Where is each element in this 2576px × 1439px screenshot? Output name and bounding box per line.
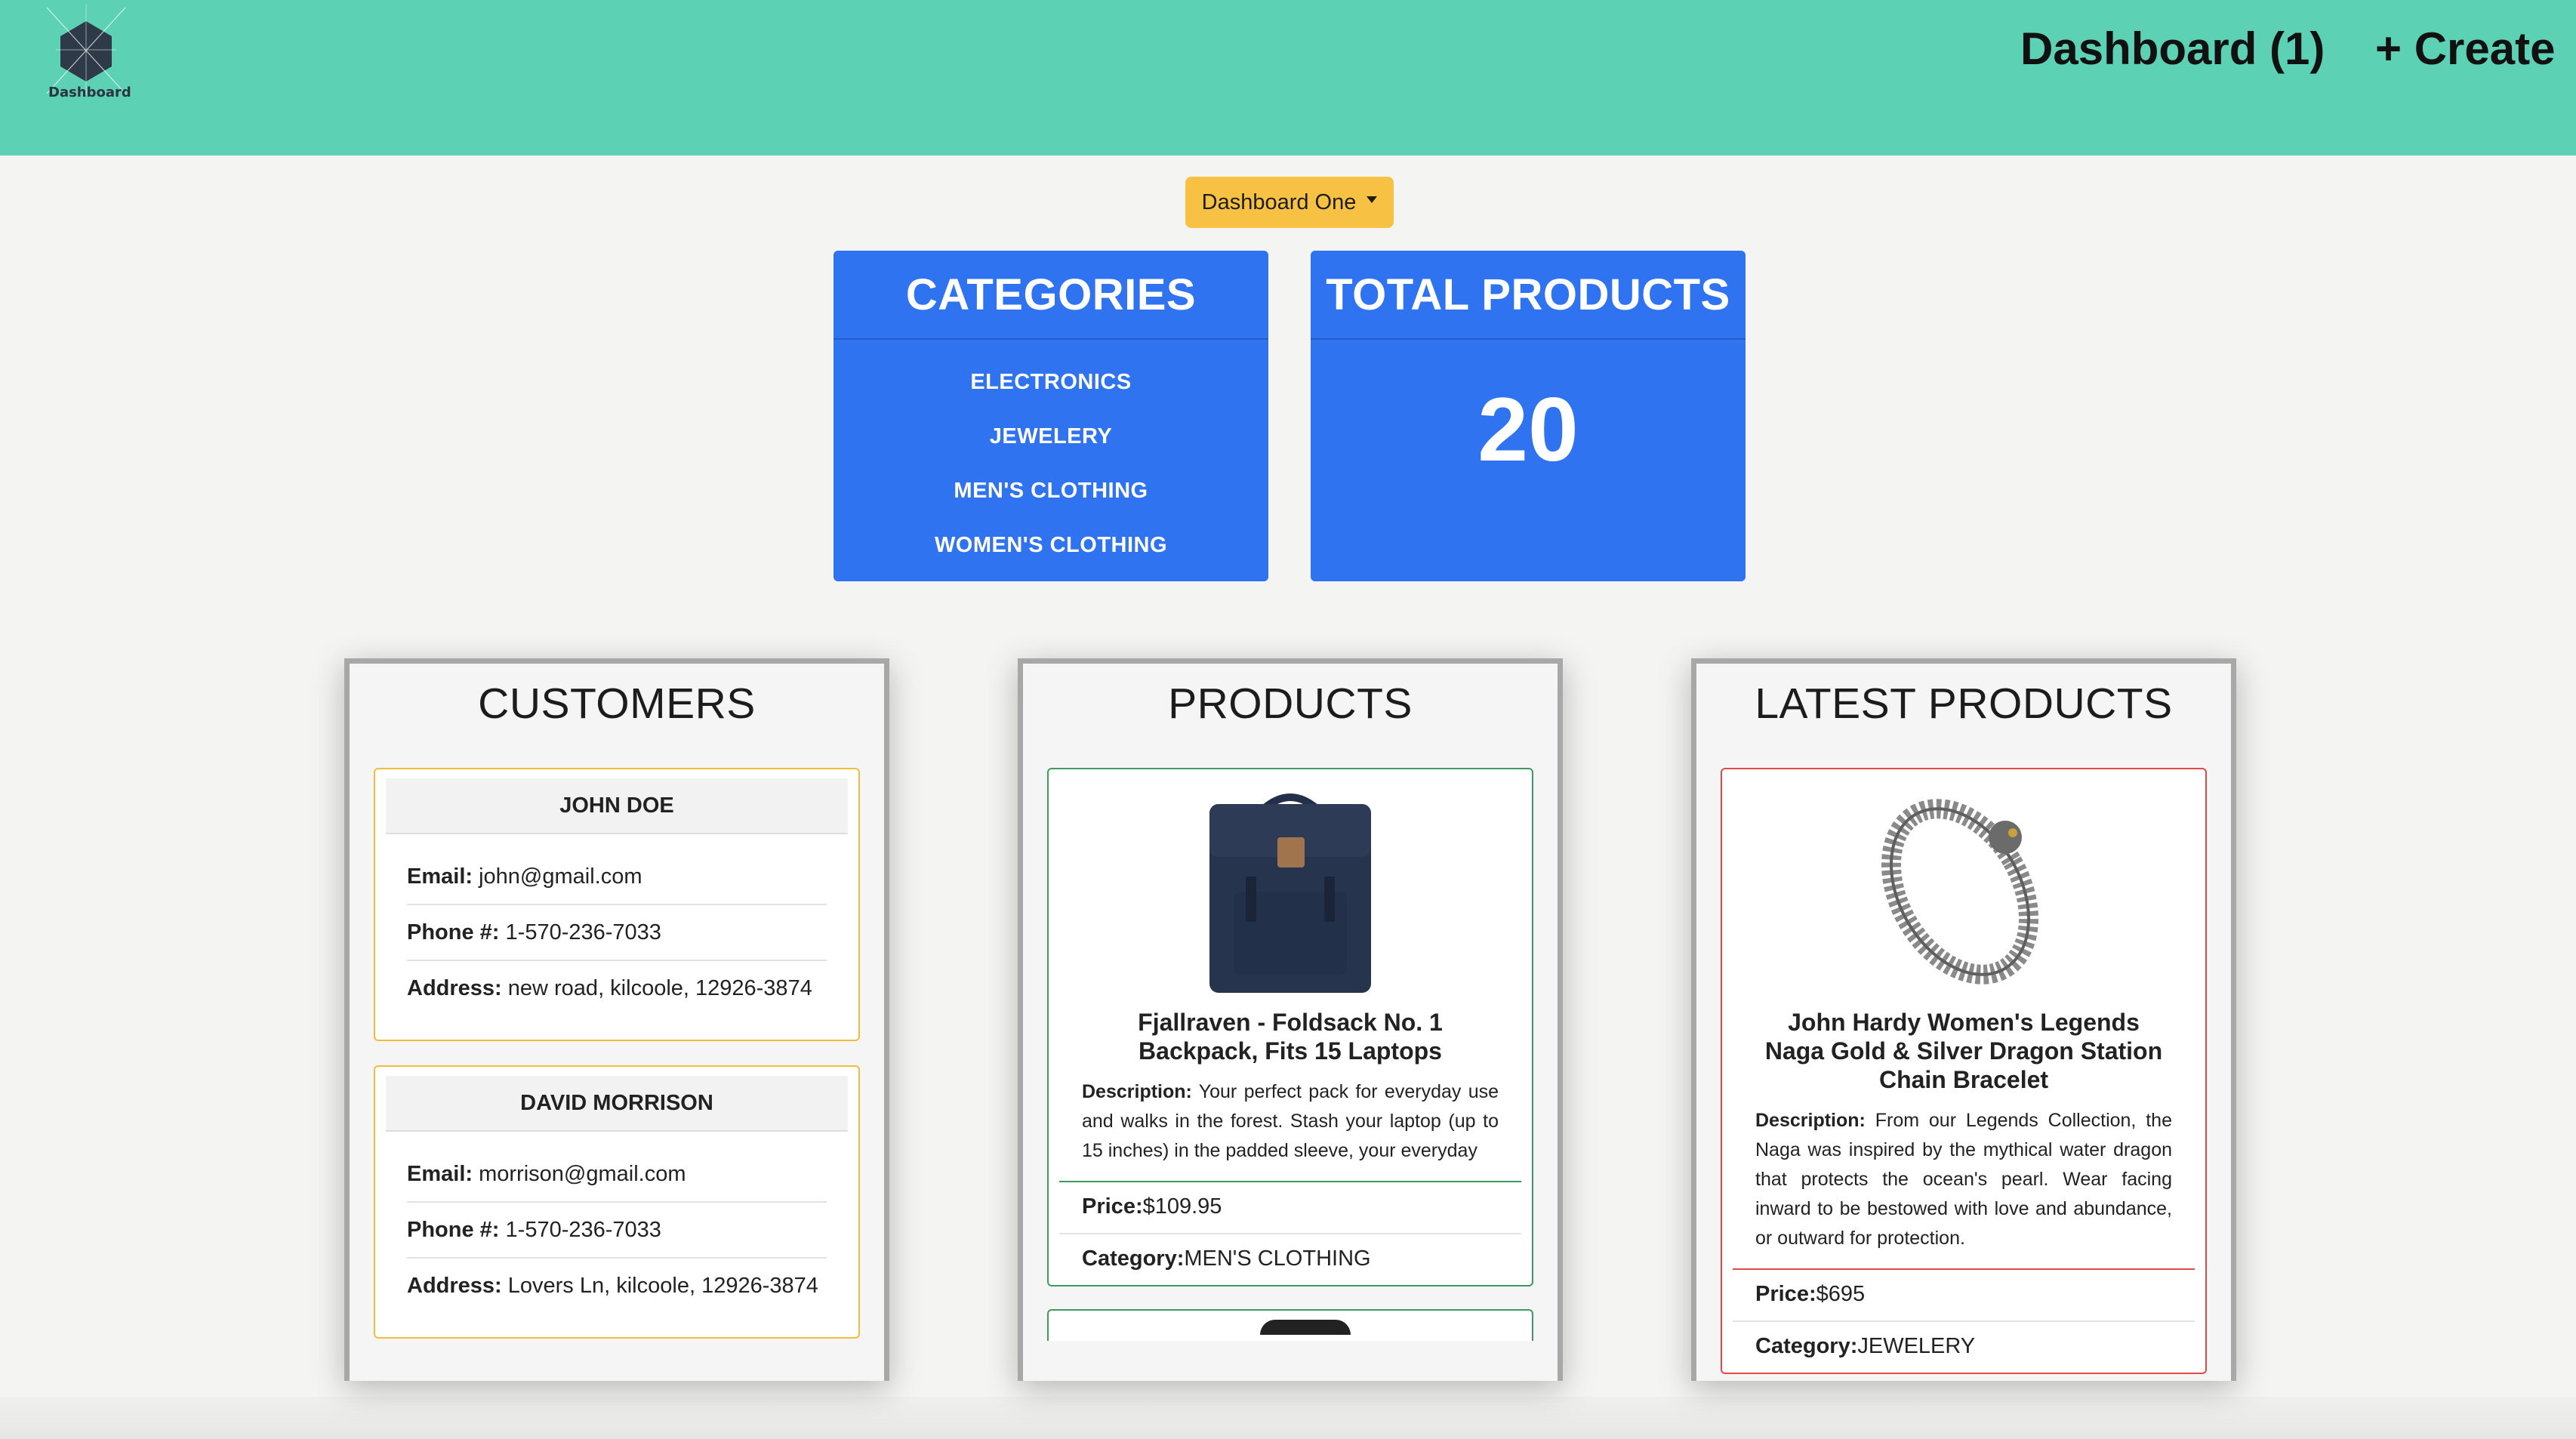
email-value: john@gmail.com	[479, 864, 642, 889]
phone-value: 1-570-236-7033	[505, 920, 661, 944]
category-value: JEWELERY	[1857, 1334, 1976, 1358]
customer-card: DAVID MORRISON Email: morrison@gmail.com…	[374, 1065, 860, 1339]
total-products-title: TOTAL PRODUCTS	[1311, 251, 1746, 340]
phone-label: Phone #:	[407, 920, 500, 944]
description-label: Description:	[1755, 1110, 1866, 1131]
customer-email: Email: john@gmail.com	[407, 849, 827, 905]
customer-address: Address: Lovers Ln, kilcoole, 12926-3874	[407, 1259, 827, 1313]
top-navbar: Dashboard Dashboard (1) + Create	[0, 0, 2576, 156]
category-item[interactable]: JEWELERY	[834, 409, 1268, 464]
latest-products-title: LATEST PRODUCTS	[1755, 679, 2173, 728]
next-product-card	[1047, 1309, 1533, 1341]
products-panel[interactable]: PRODUCTS Fjallraven - Foldsack No. 1 Bac…	[1018, 658, 1563, 1381]
address-label: Address:	[407, 1274, 502, 1298]
logo-text: Dashboard	[48, 85, 131, 100]
customers-list: JOHN DOE Email: john@gmail.com Phone #: …	[374, 768, 860, 1363]
latest-products-list: John Hardy Women's Legends Naga Gold & S…	[1721, 768, 2207, 1374]
total-products-card: TOTAL PRODUCTS 20	[1311, 251, 1746, 581]
price-value: $109.95	[1142, 1194, 1222, 1219]
customers-panel[interactable]: CUSTOMERS JOHN DOE Email: john@gmail.com…	[344, 658, 889, 1381]
product-title[interactable]: John Hardy Women's Legends Naga Gold & S…	[1755, 1008, 2172, 1094]
category-item[interactable]: WOMEN'S CLOTHING	[834, 518, 1268, 572]
product-meta: Price:$109.95 Category:MEN'S CLOTHING	[1059, 1181, 1521, 1285]
categories-list: ELECTRONICS JEWELERY MEN'S CLOTHING WOME…	[834, 340, 1268, 572]
phone-label: Phone #:	[407, 1218, 500, 1242]
product-category: Category:JEWELERY	[1733, 1322, 2195, 1373]
products-title: PRODUCTS	[1168, 679, 1413, 728]
product-meta: Price:$695 Category:JEWELERY	[1733, 1268, 2195, 1373]
customer-phone: Phone #: 1-570-236-7033	[407, 905, 827, 961]
caret-down-icon	[1367, 196, 1378, 203]
address-label: Address:	[407, 976, 502, 1000]
category-label: Category:	[1082, 1246, 1185, 1271]
customer-email: Email: morrison@gmail.com	[407, 1147, 827, 1203]
price-value: $695	[1816, 1282, 1866, 1306]
customer-card: JOHN DOE Email: john@gmail.com Phone #: …	[374, 768, 860, 1041]
product-card: Fjallraven - Foldsack No. 1 Backpack, Fi…	[1047, 768, 1533, 1286]
dashboard-select-dropdown[interactable]: Dashboard One	[1185, 177, 1394, 228]
backpack-image-icon	[1209, 793, 1371, 993]
product-card: John Hardy Women's Legends Naga Gold & S…	[1721, 768, 2207, 1374]
customer-phone: Phone #: 1-570-236-7033	[407, 1203, 827, 1259]
product-description: Description: Your perfect pack for every…	[1082, 1077, 1499, 1166]
product-category: Category:MEN'S CLOTHING	[1059, 1234, 1521, 1285]
description-label: Description:	[1082, 1081, 1192, 1102]
shirt-image-icon	[1260, 1320, 1351, 1335]
category-item[interactable]: ELECTRONICS	[834, 355, 1268, 409]
products-list: Fjallraven - Foldsack No. 1 Backpack, Fi…	[1047, 768, 1533, 1341]
email-label: Email:	[407, 864, 473, 889]
nav-dashboard-link[interactable]: Dashboard (1)	[2020, 23, 2325, 75]
customer-name: JOHN DOE	[386, 778, 848, 834]
customer-name: DAVID MORRISON	[386, 1076, 848, 1132]
category-label: Category:	[1755, 1334, 1858, 1358]
phone-value: 1-570-236-7033	[505, 1218, 661, 1242]
category-value: MEN'S CLOTHING	[1184, 1246, 1371, 1271]
product-price: Price:$109.95	[1059, 1182, 1521, 1234]
customer-details: Email: john@gmail.com Phone #: 1-570-236…	[407, 849, 827, 1015]
email-value: morrison@gmail.com	[479, 1162, 686, 1186]
latest-products-panel[interactable]: LATEST PRODUCTS John Hardy Women's Legen…	[1691, 658, 2236, 1381]
customers-title: CUSTOMERS	[478, 679, 756, 728]
product-description: Description: From our Legends Collection…	[1755, 1106, 2172, 1253]
category-item[interactable]: MEN'S CLOTHING	[834, 464, 1268, 518]
dropdown-label: Dashboard One	[1201, 190, 1357, 214]
categories-card: CATEGORIES ELECTRONICS JEWELERY MEN'S CL…	[834, 251, 1268, 581]
address-value: Lovers Ln, kilcoole, 12926-3874	[507, 1274, 818, 1298]
price-label: Price:	[1755, 1282, 1816, 1306]
customer-details: Email: morrison@gmail.com Phone #: 1-570…	[407, 1147, 827, 1313]
total-products-value: 20	[1478, 379, 1579, 480]
address-value: new road, kilcoole, 12926-3874	[507, 976, 812, 1000]
bottom-shadow	[0, 1397, 2576, 1439]
email-label: Email:	[407, 1162, 473, 1186]
customer-address: Address: new road, kilcoole, 12926-3874	[407, 961, 827, 1015]
categories-title: CATEGORIES	[834, 251, 1268, 340]
product-price: Price:$695	[1733, 1270, 2195, 1322]
bracelet-image-icon	[1881, 799, 2038, 984]
price-label: Price:	[1082, 1194, 1143, 1219]
nav-create-link[interactable]: + Create	[2375, 23, 2555, 75]
product-title[interactable]: Fjallraven - Foldsack No. 1 Backpack, Fi…	[1082, 1008, 1499, 1065]
